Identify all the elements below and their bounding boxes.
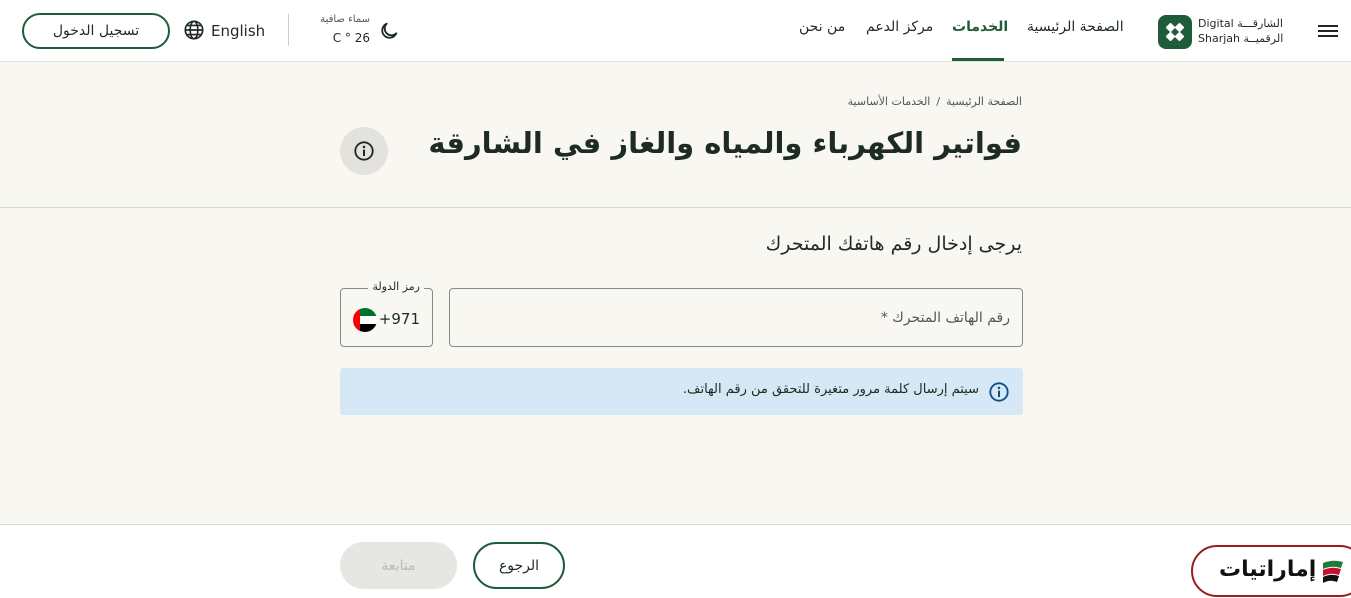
service-info-button[interactable] — [340, 127, 388, 175]
weather-widget: سماء صافية C ° 26 — [300, 14, 404, 48]
nav-support-center[interactable]: مركز الدعم — [866, 19, 933, 35]
breadcrumb-current[interactable]: الخدمات الأساسية — [848, 95, 931, 108]
breadcrumb: الصفحة الرئيسية / الخدمات الأساسية — [700, 95, 1022, 108]
logo-arabic-line2: الرقميــة — [1243, 32, 1284, 45]
footer-actions-bar — [0, 525, 1351, 598]
uae-flag-icon — [353, 308, 377, 332]
country-code-select[interactable]: رمز الدولة +971 — [340, 280, 433, 347]
breadcrumb-home[interactable]: الصفحة الرئيسية — [946, 95, 1022, 108]
title-divider — [0, 207, 1351, 208]
logo-wordmark: Digital الشارقـــة Sharjah الرقميــة — [1198, 16, 1286, 46]
otp-notice: سيتم إرسال كلمة مرور متغيرة للتحقق من رق… — [340, 368, 1023, 415]
hamburger-menu-icon[interactable] — [1318, 23, 1338, 39]
nav-active-indicator — [952, 58, 1004, 61]
moon-icon — [381, 22, 398, 39]
continue-button[interactable]: متابعة — [340, 542, 457, 589]
otp-notice-text: سيتم إرسال كلمة مرور متغيرة للتحقق من رق… — [682, 382, 979, 397]
nav-home[interactable]: الصفحة الرئيسية — [1027, 19, 1124, 35]
phone-prompt: يرجى إدخال رقم هاتفك المتحرك — [765, 233, 1022, 255]
page-title: فواتير الكهرباء والمياه والغاز في الشارق… — [428, 126, 1022, 160]
weather-condition: سماء صافية — [320, 14, 370, 25]
top-header: Digital الشارقـــة Sharjah الرقميــة الص… — [0, 0, 1351, 62]
logo-mark-icon — [1158, 15, 1192, 49]
globe-icon — [184, 20, 204, 40]
language-label: English — [211, 22, 266, 40]
logo-english-line1: Digital — [1198, 17, 1234, 30]
back-button[interactable]: الرجوع — [473, 542, 565, 589]
info-icon — [354, 141, 374, 161]
header-divider — [288, 14, 289, 46]
country-code-value: +971 — [378, 310, 420, 328]
country-code-label: رمز الدولة — [368, 280, 424, 293]
emaratiyat-badge[interactable]: إماراتيات — [1191, 545, 1351, 597]
logo-english-line2: Sharjah — [1198, 32, 1240, 45]
emaratiyat-flag-icon — [1323, 560, 1343, 583]
mobile-number-input[interactable] — [449, 288, 1023, 347]
nav-about-us[interactable]: من نحن — [799, 19, 845, 35]
digital-sharjah-logo[interactable]: Digital الشارقـــة Sharjah الرقميــة — [1158, 15, 1288, 49]
weather-temperature: C ° 26 — [332, 31, 370, 45]
emaratiyat-label: إماراتيات — [1219, 557, 1317, 582]
logo-arabic-line1: الشارقـــة — [1237, 17, 1283, 30]
info-icon — [989, 382, 1009, 402]
nav-services[interactable]: الخدمات — [952, 19, 1008, 35]
login-button[interactable]: تسجيل الدخول — [22, 13, 170, 49]
breadcrumb-separator: / — [936, 95, 941, 108]
